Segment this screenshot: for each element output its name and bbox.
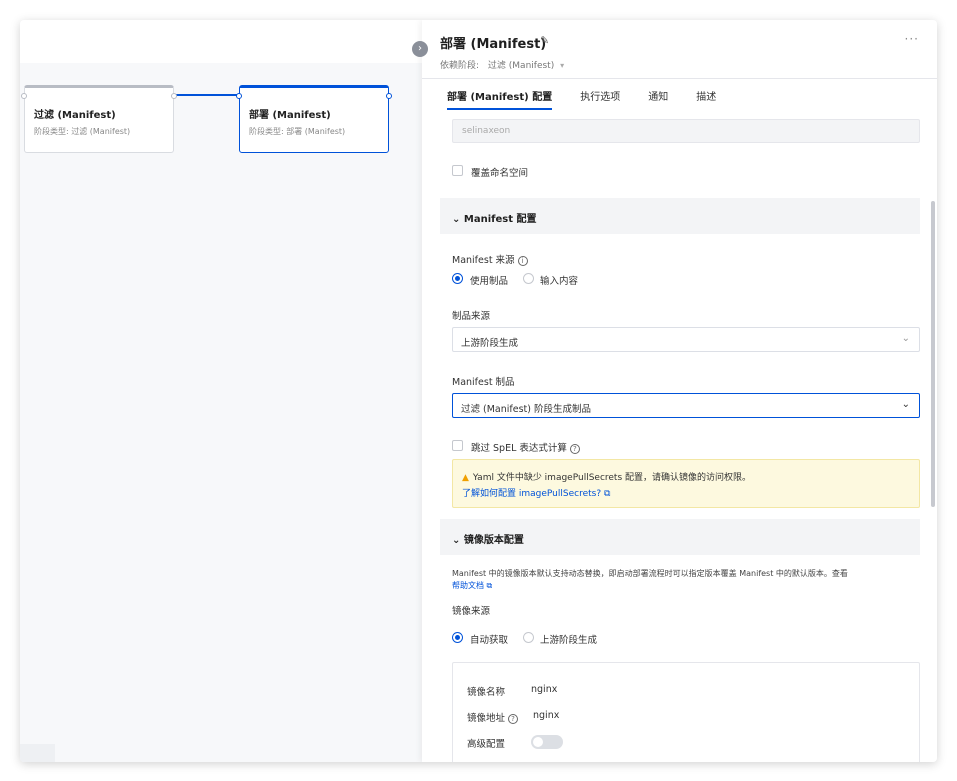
radio-label: 输入内容 bbox=[540, 276, 579, 287]
node-port-out[interactable] bbox=[171, 93, 177, 99]
image-source-label: 镜像来源 bbox=[452, 606, 491, 617]
radio-label: 上游阶段生成 bbox=[540, 635, 598, 646]
chevron-right-icon: › bbox=[418, 43, 422, 54]
chevron-down-icon: ⌄ bbox=[452, 214, 461, 225]
tab-description[interactable]: 描述 bbox=[696, 88, 716, 110]
label-text: 跳过 SpEL 表达式计算 bbox=[471, 443, 567, 454]
label-text: 镜像地址 bbox=[467, 713, 506, 724]
radio-upstream-stage[interactable] bbox=[523, 632, 534, 643]
radio-label: 使用制品 bbox=[470, 276, 509, 287]
node-port-in[interactable] bbox=[236, 93, 242, 99]
override-namespace-checkbox[interactable] bbox=[452, 165, 463, 176]
drawer-scrollbar[interactable] bbox=[931, 201, 935, 507]
section-title-text: Manifest 配置 bbox=[463, 214, 537, 225]
node-title: 部署 (Manifest) bbox=[249, 110, 331, 121]
artifact-source-select[interactable]: 上游阶段生成 ⌄ bbox=[452, 327, 920, 352]
stage-node-deploy[interactable]: 部署 (Manifest) 阶段类型: 部署 (Manifest) bbox=[236, 85, 392, 153]
node-subtitle: 阶段类型: 过滤 (Manifest) bbox=[34, 127, 131, 136]
image-addr-label: 镜像地址? bbox=[467, 710, 519, 724]
label-text: Manifest 来源 bbox=[452, 255, 515, 266]
manifest-artifact-label: Manifest 制品 bbox=[452, 377, 515, 388]
drawer-title: 部署 (Manifest) bbox=[440, 37, 547, 52]
radio-input-content[interactable] bbox=[523, 273, 534, 284]
advanced-config-label: 高级配置 bbox=[467, 739, 506, 750]
help-doc-link[interactable]: 帮助文档 ⧉ bbox=[452, 581, 492, 590]
dependency-label: 依赖阶段: bbox=[440, 61, 480, 71]
section-title: ⌄ Manifest 配置 bbox=[452, 210, 536, 225]
skip-spel-label: 跳过 SpEL 表达式计算? bbox=[471, 440, 580, 454]
warning-message: ▲ Yaml 文件中缺少 imagePullSecrets 配置，请确认镜像的访问… bbox=[462, 470, 751, 483]
minimap-corner bbox=[20, 744, 55, 762]
chevron-down-icon: ⌄ bbox=[901, 399, 910, 410]
section-title-text: 镜像版本配置 bbox=[463, 535, 524, 546]
help-icon[interactable]: ? bbox=[508, 713, 519, 724]
edit-pencil-icon[interactable]: ✎ bbox=[540, 34, 549, 47]
image-addr-value: nginx bbox=[533, 710, 560, 721]
link-text[interactable]: 帮助文档 bbox=[452, 581, 484, 590]
image-name-label: 镜像名称 bbox=[467, 687, 506, 698]
link-text[interactable]: 了解如何配置 imagePullSecrets? bbox=[462, 489, 601, 499]
node-port-in[interactable] bbox=[21, 93, 27, 99]
warning-text: Yaml 文件中缺少 imagePullSecrets 配置，请确认镜像的访问权… bbox=[472, 473, 752, 483]
external-link-icon[interactable]: ⧉ bbox=[604, 489, 610, 499]
artifact-source-label: 制品来源 bbox=[452, 311, 491, 322]
more-menu-button[interactable]: ··· bbox=[905, 32, 919, 46]
help-icon[interactable]: ? bbox=[569, 443, 580, 454]
image-version-section[interactable]: ⌄ 镜像版本配置 bbox=[440, 519, 920, 555]
manifest-source-label: Manifest 来源 i bbox=[452, 252, 528, 266]
app-frame: 过滤 (Manifest) 阶段类型: 过滤 (Manifest) 部署 (Ma… bbox=[20, 20, 937, 762]
tab-execution-options[interactable]: 执行选项 bbox=[580, 88, 620, 110]
chevron-down-icon: ⌄ bbox=[452, 535, 461, 546]
collapse-drawer-button[interactable]: › bbox=[412, 41, 428, 57]
warning-link[interactable]: 了解如何配置 imagePullSecrets? ⧉ bbox=[462, 486, 610, 499]
manifest-artifact-select[interactable]: 过滤 (Manifest) 阶段生成制品 ⌄ bbox=[452, 393, 920, 418]
dependency-select[interactable]: 过滤 (Manifest) bbox=[488, 61, 554, 71]
override-namespace-label: 覆盖命名空间 bbox=[471, 168, 529, 179]
image-version-description: Manifest 中的镜像版本默认支持动态替换，即启动部署流程时可以指定版本覆盖… bbox=[452, 568, 922, 592]
manifest-config-section[interactable]: ⌄ Manifest 配置 bbox=[440, 198, 920, 234]
radio-label: 自动获取 bbox=[470, 635, 509, 646]
canvas-toolbar bbox=[20, 20, 422, 63]
skip-spel-checkbox[interactable] bbox=[452, 440, 463, 451]
select-value: 过滤 (Manifest) 阶段生成制品 bbox=[461, 404, 591, 415]
info-icon[interactable]: i bbox=[517, 255, 528, 266]
description-text: Manifest 中的镜像版本默认支持动态替换，即启动部署流程时可以指定版本覆盖… bbox=[452, 569, 848, 578]
external-link-icon[interactable]: ⧉ bbox=[487, 581, 493, 590]
warning-icon: ▲ bbox=[462, 473, 469, 483]
section-title: ⌄ 镜像版本配置 bbox=[452, 531, 524, 546]
tab-notifications[interactable]: 通知 bbox=[648, 88, 668, 110]
node-subtitle: 阶段类型: 部署 (Manifest) bbox=[249, 127, 346, 136]
node-connector bbox=[174, 94, 239, 96]
tab-bar: 部署 (Manifest) 配置 执行选项 通知 描述 bbox=[447, 88, 716, 110]
stage-config-drawer: 部署 (Manifest) ✎ ··· 依赖阶段: 过滤 (Manifest) … bbox=[422, 20, 937, 762]
image-details-card: 镜像名称 nginx 镜像地址? nginx 高级配置 bbox=[452, 662, 920, 762]
radio-use-artifact[interactable] bbox=[452, 273, 463, 284]
warning-alert: ▲ Yaml 文件中缺少 imagePullSecrets 配置，请确认镜像的访问… bbox=[452, 459, 920, 508]
dependency-row: 依赖阶段: 过滤 (Manifest) ▾ bbox=[440, 58, 564, 71]
chevron-down-icon: ⌄ bbox=[901, 333, 910, 344]
node-port-out[interactable] bbox=[386, 93, 392, 99]
radio-auto-fetch[interactable] bbox=[452, 632, 463, 643]
chevron-down-icon[interactable]: ▾ bbox=[560, 61, 564, 70]
divider bbox=[422, 78, 937, 79]
image-name-value: nginx bbox=[531, 684, 558, 695]
namespace-input: selinaxeon bbox=[452, 119, 920, 143]
pipeline-canvas[interactable]: 过滤 (Manifest) 阶段类型: 过滤 (Manifest) 部署 (Ma… bbox=[20, 20, 422, 762]
stage-node-filter[interactable]: 过滤 (Manifest) 阶段类型: 过滤 (Manifest) bbox=[21, 85, 177, 153]
select-value: 上游阶段生成 bbox=[461, 338, 519, 349]
tab-deploy-config[interactable]: 部署 (Manifest) 配置 bbox=[447, 88, 553, 110]
advanced-config-toggle[interactable] bbox=[531, 735, 563, 749]
node-title: 过滤 (Manifest) bbox=[34, 110, 116, 121]
